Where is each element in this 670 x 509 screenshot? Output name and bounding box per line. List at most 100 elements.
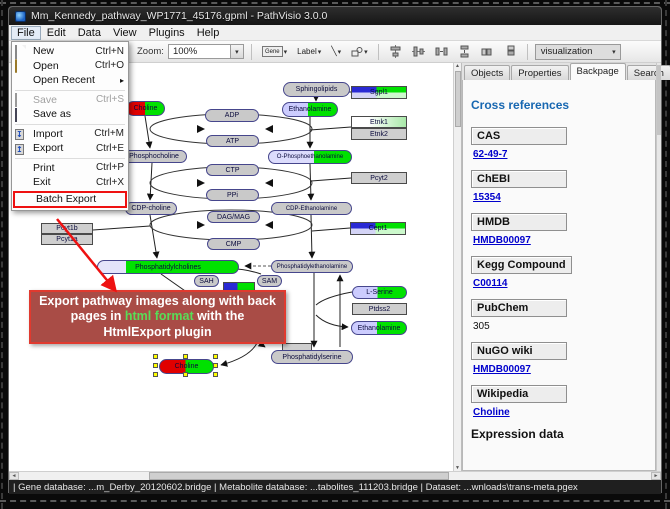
menu-item-exit[interactable]: ExitCtrl+X xyxy=(12,175,128,190)
node-cdp-choline[interactable]: CDP-choline xyxy=(125,202,177,215)
status-bar: | Gene database: ...m_Derby_20120602.bri… xyxy=(9,480,661,494)
xref-link[interactable]: 15354 xyxy=(473,192,647,203)
scrollbar-thumb[interactable] xyxy=(149,472,449,480)
node-cmp[interactable]: CMP xyxy=(207,238,260,250)
node-cdp-ethanolamine[interactable]: CDP-Ethanolamine xyxy=(271,202,352,215)
chevron-down-icon[interactable]: ▾ xyxy=(612,48,616,56)
node-phosphatidylcholines[interactable]: Phosphatidylcholines xyxy=(97,260,239,274)
menu-item-new[interactable]: NewCtrl+N xyxy=(12,44,128,59)
menubar-edit[interactable]: Edit xyxy=(41,26,72,40)
xref-value: 305 xyxy=(473,321,647,332)
callout-line2: pages in html format with the xyxy=(71,309,245,325)
scrollbar-thumb[interactable] xyxy=(455,71,461,127)
selection-handle[interactable] xyxy=(213,354,218,359)
chevron-down-icon[interactable]: ▾ xyxy=(284,48,288,56)
node-ethanolamine-bottom[interactable]: Ethanolamine xyxy=(351,321,407,335)
node-etnk2[interactable]: Etnk2 xyxy=(351,128,407,140)
selection-handle[interactable] xyxy=(153,363,158,368)
node-phosphatidylserine[interactable]: Phosphatidylserine xyxy=(271,350,353,364)
node-l-serine[interactable]: L-Serine xyxy=(352,286,407,299)
label-tool-button[interactable]: Label ▾ xyxy=(294,45,324,58)
node-ctp[interactable]: CTP xyxy=(206,164,259,176)
menubar-view[interactable]: View xyxy=(107,26,143,40)
callout-line3: HtmlExport plugin xyxy=(103,325,211,341)
xref-link[interactable]: HMDB00097 xyxy=(473,235,647,246)
xref-link[interactable]: HMDB00097 xyxy=(473,364,647,375)
node-adp[interactable]: ADP xyxy=(205,109,259,122)
scroll-right-icon[interactable]: ► xyxy=(651,472,661,480)
node-pcyt1a[interactable]: Pcyt1a xyxy=(41,234,93,245)
node-sam[interactable]: SAM xyxy=(257,275,282,287)
distribute-vertical-icon[interactable] xyxy=(458,45,471,58)
menubar-data[interactable]: Data xyxy=(72,26,107,40)
tab-properties[interactable]: Properties xyxy=(511,65,568,80)
toolbar-separator xyxy=(527,44,528,60)
node-ethanolamine-top[interactable]: Ethanolamine xyxy=(282,102,338,117)
menubar-plugins[interactable]: Plugins xyxy=(143,26,191,40)
scroll-up-icon[interactable]: ▲ xyxy=(455,63,460,69)
zoom-combobox[interactable]: 100% ▾ xyxy=(168,44,244,59)
visualization-combobox[interactable]: visualization ▾ xyxy=(535,44,621,60)
backpage-panel: Cross references CAS 62-49-7 ChEBI 15354… xyxy=(462,80,656,471)
distribute-horizontal-icon[interactable] xyxy=(435,45,448,58)
node-pcyt1b[interactable]: Pcyt1b xyxy=(41,223,93,234)
xref-link[interactable]: C00114 xyxy=(473,278,647,289)
xref-link[interactable]: 62-49-7 xyxy=(473,149,647,160)
node-phosphatidylethanolamine[interactable]: Phosphatidylethanolamine xyxy=(271,260,353,273)
line-tool-button[interactable]: ╲ ▾ xyxy=(328,44,344,59)
node-phosphocholine[interactable]: Phosphocholine xyxy=(121,150,187,163)
canvas-vertical-scrollbar[interactable]: ▲ ▼ xyxy=(453,63,461,471)
selection-handle[interactable] xyxy=(153,354,158,359)
node-pcyt2[interactable]: Pcyt2 xyxy=(351,172,407,184)
selection-handle[interactable] xyxy=(183,372,188,377)
node-sgpl1[interactable]: Sgpl1 xyxy=(351,86,407,99)
menu-separator xyxy=(15,124,125,125)
node-sphingolipids[interactable]: Sphingolipids xyxy=(283,82,350,97)
node-etnk1[interactable]: Etnk1 xyxy=(351,116,407,128)
selection-handle[interactable] xyxy=(183,354,188,359)
scroll-left-icon[interactable]: ◄ xyxy=(9,472,19,480)
zoom-dropdown-icon[interactable]: ▾ xyxy=(230,45,243,58)
selection-handle[interactable] xyxy=(153,372,158,377)
chevron-down-icon[interactable]: ▾ xyxy=(364,48,368,56)
xref-section-nugo: NuGO wiki HMDB00097 xyxy=(471,341,647,375)
chevron-down-icon[interactable]: ▾ xyxy=(338,48,342,56)
xref-link[interactable]: Choline xyxy=(473,407,647,418)
menu-item-batch-export[interactable]: Batch Export xyxy=(13,191,127,208)
menu-item-print[interactable]: PrintCtrl+P xyxy=(12,161,128,176)
window-title: Mm_Kennedy_pathway_WP1771_45176.gpml - P… xyxy=(31,10,327,22)
selection-handle[interactable] xyxy=(213,372,218,377)
node-ptdss2[interactable]: Ptdss2 xyxy=(352,303,407,315)
selection-handle[interactable] xyxy=(213,363,218,368)
submenu-arrow-icon: ▸ xyxy=(120,76,124,85)
chevron-down-icon[interactable]: ▾ xyxy=(318,48,322,56)
tab-objects[interactable]: Objects xyxy=(464,65,510,80)
stack-vertical-icon[interactable] xyxy=(504,45,517,58)
node-dag-mag[interactable]: DAG/MAG xyxy=(207,211,260,223)
node-sah[interactable]: SAH xyxy=(194,275,219,287)
canvas-horizontal-scrollbar[interactable]: ◄ ► xyxy=(9,471,661,480)
menu-item-import[interactable]: ↧ ImportCtrl+M xyxy=(12,127,128,142)
align-center-icon[interactable] xyxy=(389,45,402,58)
node-choline-top[interactable]: Choline xyxy=(126,101,165,116)
menubar-file[interactable]: File xyxy=(11,26,41,40)
toolbar-separator xyxy=(251,44,252,60)
sidebar-vertical-scrollbar[interactable] xyxy=(656,63,661,471)
node-ppi[interactable]: PPi xyxy=(206,189,259,201)
node-o-phosphoethanolamine[interactable]: O-Phosphoethanolamine xyxy=(268,150,352,164)
tab-search[interactable]: Search xyxy=(627,65,670,80)
tab-backpage[interactable]: Backpage xyxy=(570,63,626,80)
stack-horizontal-icon[interactable] xyxy=(481,45,494,58)
scrollbar-thumb[interactable] xyxy=(657,65,661,135)
menu-item-export[interactable]: ↥ ExportCtrl+E xyxy=(12,141,128,156)
gene-tool-button[interactable]: Gene ▾ xyxy=(259,44,290,59)
template-shapes-button[interactable]: ▾ xyxy=(348,44,371,60)
menubar-help[interactable]: Help xyxy=(191,26,226,40)
menu-item-open[interactable]: OpenCtrl+O xyxy=(12,59,128,74)
menu-item-open-recent[interactable]: Open Recent ▸ xyxy=(12,73,128,88)
node-atp[interactable]: ATP xyxy=(206,135,259,147)
align-middle-icon[interactable] xyxy=(412,45,425,58)
application-window: Mm_Kennedy_pathway_WP1771_45176.gpml - P… xyxy=(8,6,662,493)
node-cept1[interactable]: Cept1 xyxy=(350,222,406,235)
menu-item-save-as[interactable]: Save as xyxy=(12,107,128,122)
